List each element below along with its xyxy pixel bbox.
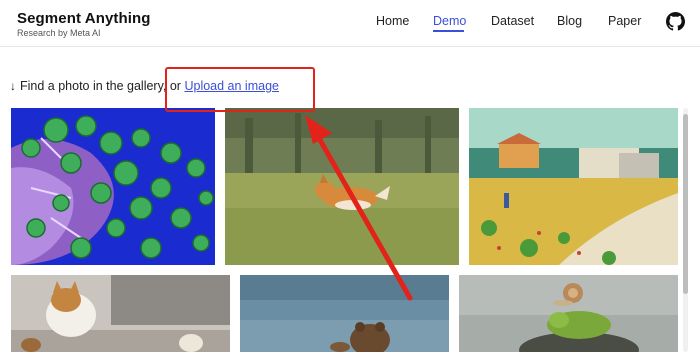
gallery-image-corgi[interactable] [225, 108, 459, 265]
gallery-image-painting[interactable] [469, 108, 678, 265]
scrollbar-thumb[interactable] [683, 114, 688, 294]
nav-demo[interactable]: Demo [433, 14, 466, 28]
github-icon[interactable] [666, 12, 685, 31]
top-navbar: Segment Anything Research by Meta AI Hom… [0, 0, 700, 47]
frog-image [459, 275, 678, 352]
nav-home[interactable]: Home [376, 14, 409, 28]
gallery-image-cats[interactable] [11, 275, 230, 352]
brand-subtitle: Research by Meta AI [17, 28, 101, 38]
painting-image [469, 108, 678, 265]
nav-paper[interactable]: Paper [608, 14, 641, 28]
annotation-highlight-box [165, 67, 315, 112]
bacteria-image [11, 108, 215, 265]
gallery-image-bacteria[interactable] [11, 108, 215, 265]
gallery-image-bear[interactable] [240, 275, 449, 352]
nav-blog[interactable]: Blog [557, 14, 582, 28]
cats-image [11, 275, 230, 352]
nav-active-underline [433, 30, 464, 32]
gallery-image-frog[interactable] [459, 275, 678, 352]
bear-image [240, 275, 449, 352]
prompt-text: Find a photo in the gallery, or [20, 79, 181, 93]
nav-dataset[interactable]: Dataset [491, 14, 534, 28]
corgi-image [225, 108, 459, 265]
gallery-scrollbar[interactable] [683, 108, 688, 352]
brand-title[interactable]: Segment Anything [17, 10, 151, 27]
arrow-down-icon: ↓ [10, 79, 16, 93]
